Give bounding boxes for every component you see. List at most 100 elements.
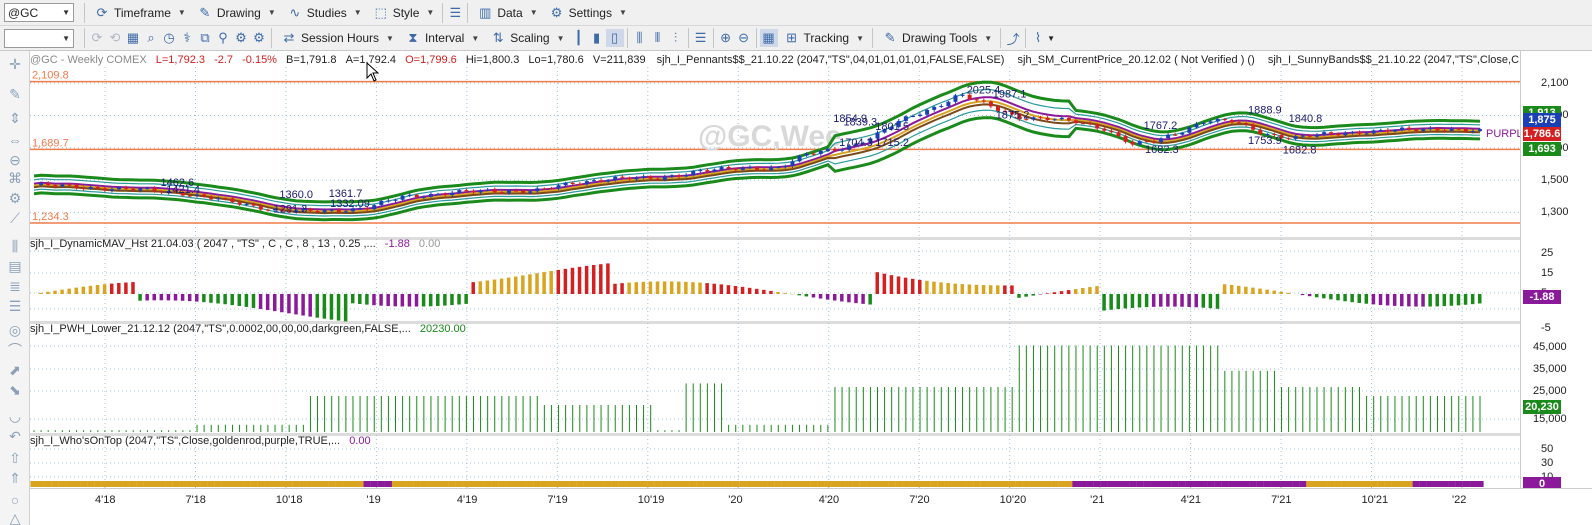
studies-menu[interactable]: ∿ Studies ▼ xyxy=(281,2,367,24)
study-pennants[interactable]: sjh_I_Pennants$$_21.10.22 (2047,"TS",04,… xyxy=(657,54,1005,66)
candle-down xyxy=(1385,129,1390,132)
dmav-bar xyxy=(1442,294,1447,307)
analysis-icon[interactable]: ⚕ xyxy=(178,29,196,47)
chevron-down-icon[interactable]: ▼ xyxy=(1047,34,1055,43)
fib-icon[interactable]: ⌘ xyxy=(6,169,24,187)
candle-down xyxy=(577,184,582,186)
dmav-bar xyxy=(705,283,709,294)
whosontop-bar xyxy=(129,481,137,487)
time-tick: '20 xyxy=(728,494,743,506)
dmav-bar xyxy=(740,286,745,294)
whosontop-bar xyxy=(845,481,853,487)
grid-icon[interactable]: ▦ xyxy=(759,29,778,47)
strategy-settings-icon[interactable]: ⚙ xyxy=(250,29,268,47)
candle-chart-icon[interactable]: ▮ xyxy=(588,29,606,47)
undo-icon[interactable]: ↶ xyxy=(6,427,24,445)
vertical-line-icon[interactable]: ⇕ xyxy=(6,109,24,127)
whosontop-bar xyxy=(377,481,385,487)
arc-icon[interactable]: ◡ xyxy=(6,407,24,425)
dmav-bar xyxy=(591,265,596,294)
drawing-tools-menu[interactable]: ✎ Drawing Tools ▼ xyxy=(876,27,997,49)
data-menu[interactable]: ▥ Data ▼ xyxy=(471,2,542,24)
whosontop-bar xyxy=(994,481,1002,487)
refresh-icon[interactable]: ⟳ xyxy=(88,29,106,47)
strategy-icon[interactable]: ⚙ xyxy=(232,29,250,47)
tracking-menu[interactable]: ⊞ Tracking ▼ xyxy=(778,27,870,49)
candle-hollow-icon[interactable]: ▯ xyxy=(605,29,624,47)
circle-tool-icon[interactable]: ○ xyxy=(6,491,24,509)
arrow-down-icon[interactable]: ⬊ xyxy=(6,381,24,399)
up-arrow-icon[interactable]: ⇧ xyxy=(6,449,24,467)
candle-down xyxy=(1329,132,1334,134)
time-axis[interactable]: 4'18 7'18 10'18 '19 4'19 7'19 10'19 '20 4'20 7'20… xyxy=(30,488,1592,525)
dmav-bar xyxy=(258,294,263,309)
pitchfork-icon[interactable]: ⚙ xyxy=(6,189,24,207)
price-badge: 1,786.6 xyxy=(1523,126,1561,141)
spiral-icon[interactable]: ◎ xyxy=(6,321,24,339)
style-menu[interactable]: ⬚ Style ▼ xyxy=(367,2,440,24)
zoom-in-icon[interactable]: ⊕ xyxy=(717,29,735,47)
trendline-icon[interactable]: ⟋ xyxy=(6,209,24,227)
price-axis[interactable]: 2,1001,9001,7001,5001,300 1,9131,8751,78… xyxy=(1520,51,1592,495)
crosshair-icon[interactable]: ✛ xyxy=(6,55,24,73)
up-arrow-outline-icon[interactable]: ⇑ xyxy=(6,469,24,487)
interval-menu[interactable]: ⧗ Interval ▼ xyxy=(399,27,484,49)
arrow-icon[interactable]: ⬈ xyxy=(6,361,24,379)
panel2-title[interactable]: sjh_I_DynamicMAV_Hst 21.04.03 ( 2047 , "… xyxy=(30,238,376,250)
study-current-price[interactable]: sjh_SM_CurrentPrice_20.12.02 ( Not Verif… xyxy=(1018,54,1255,66)
zoom-search-icon[interactable]: ⌕ xyxy=(142,29,160,47)
price-panel-header: @GC - Weekly COMEX L=1,792.3 -2.7 -0.15%… xyxy=(30,54,1528,66)
scanner-icon[interactable]: ⚲ xyxy=(214,29,232,47)
pencil-tool-icon[interactable]: ✎ xyxy=(6,85,24,103)
symbol-combo[interactable]: @GC ▼ xyxy=(4,3,74,22)
dmav-bar xyxy=(145,294,149,301)
candle-up xyxy=(1137,141,1142,145)
timeframe-menu[interactable]: ⟳ Timeframe ▼ xyxy=(88,2,191,24)
compress-bars-icon[interactable]: ⫴ xyxy=(649,29,667,47)
channel-icon[interactable]: ▤ xyxy=(6,257,24,275)
session-hours-menu[interactable]: ⇄ Session Hours ▼ xyxy=(275,27,399,49)
dmav-bar xyxy=(336,294,341,321)
candle-up xyxy=(740,167,745,170)
panel4-title[interactable]: sjh_I_Who'sOnTop (2047,"TS",Close,golden… xyxy=(30,435,340,447)
table-icon[interactable]: ▦ xyxy=(124,29,142,47)
chart-type-icon[interactable]: ⌇ xyxy=(1029,29,1047,47)
zoom-out-icon[interactable]: ⊖ xyxy=(735,29,753,47)
whosontop-bar xyxy=(675,481,683,487)
bars-icon[interactable]: ⫼ xyxy=(6,237,24,255)
drawing-menu[interactable]: ✎ Drawing ▼ xyxy=(191,2,281,24)
toolbar-divider xyxy=(626,28,628,48)
chart-analysis-icon[interactable]: ⧉ xyxy=(196,29,214,47)
dmav-bar xyxy=(308,294,312,317)
bar-chart-icon[interactable]: ┃ xyxy=(570,29,588,47)
interval-combo[interactable]: ▼ xyxy=(4,28,74,48)
whosontop-bar xyxy=(94,481,102,487)
scaling-menu[interactable]: ⇅ Scaling ▼ xyxy=(484,27,569,49)
time-cycle-icon[interactable]: ⌒ xyxy=(6,341,24,359)
fib-ext-icon[interactable]: ≣ xyxy=(6,277,24,295)
time-tick: 7'21 xyxy=(1271,494,1292,506)
settings-menu[interactable]: ⚙ Settings ▼ xyxy=(543,2,632,24)
sync-icon[interactable]: ☰ xyxy=(692,29,710,47)
clock-icon[interactable]: ◷ xyxy=(160,29,178,47)
add-indicator-icon[interactable]: ⤴ xyxy=(1004,29,1022,47)
symbol-combo-value: @GC xyxy=(8,5,39,20)
hline-tool-icon[interactable]: ⊖ xyxy=(6,151,24,169)
refresh-all-icon[interactable]: ⟲ xyxy=(106,29,124,47)
panel3-title[interactable]: sjh_I_PWH_Lower_21.12.12 (2047,"TS",0.00… xyxy=(30,323,411,335)
study-sunnybands[interactable]: sjh_I_SunnyBands$$_21.10.22 (2047,"TS",C… xyxy=(1268,54,1528,66)
horizontal-line-icon[interactable]: ⇔ xyxy=(6,131,24,149)
dmav-bar xyxy=(960,284,965,294)
whosontop-bar xyxy=(1405,481,1413,487)
chart-area[interactable]: 2,109.8 1,689.7 1,234.3 @GC,Wee 1462.6 1421.4… xyxy=(30,51,1528,495)
dmav-bar xyxy=(1357,294,1361,303)
zoom-bars-icon[interactable]: ⫼ xyxy=(631,29,649,47)
panel2-value2: 0.00 xyxy=(418,238,441,250)
chart-layout-icon[interactable]: ☰ xyxy=(446,4,464,22)
triangle-icon[interactable]: △ xyxy=(6,509,24,525)
open-price: O=1,799.6 xyxy=(405,54,457,66)
lines-icon[interactable]: ☰ xyxy=(6,297,24,315)
candle-down xyxy=(499,192,504,194)
expand-bars-icon[interactable]: ⫶ xyxy=(667,29,685,47)
whosontop-bar xyxy=(257,481,265,487)
